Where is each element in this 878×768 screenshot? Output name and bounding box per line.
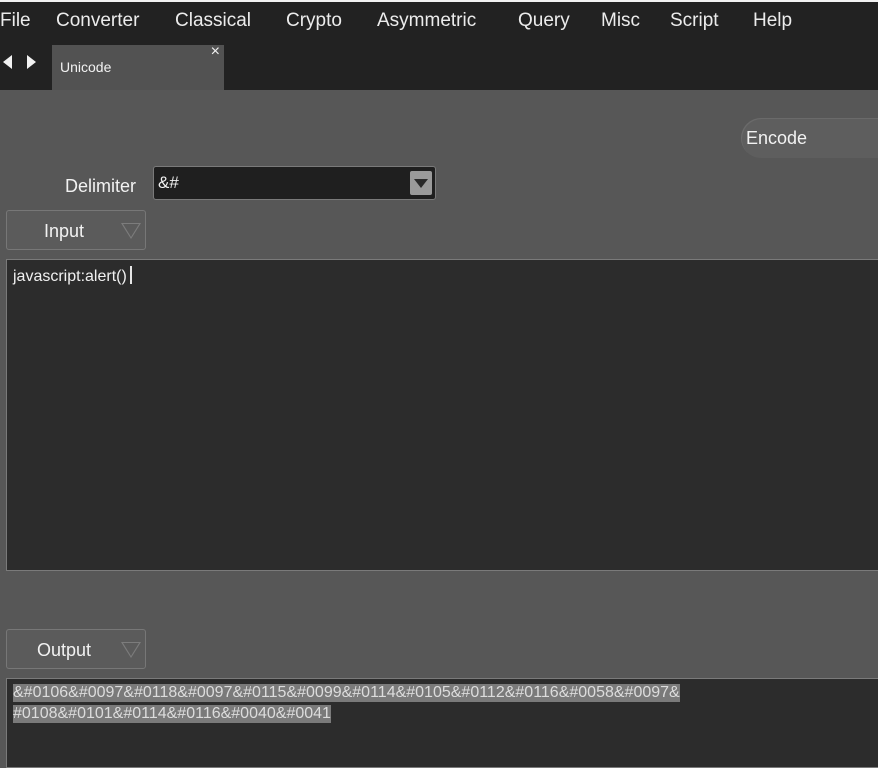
encode-button-label: Encode <box>746 128 808 148</box>
text-cursor <box>129 266 132 284</box>
delimiter-select[interactable]: &# <box>153 166 436 200</box>
input-textarea[interactable]: javascript:alert() <box>6 259 878 571</box>
input-mode-label: Input <box>44 221 85 241</box>
nav-left-arrow-icon[interactable] <box>3 55 12 69</box>
chevron-down-icon <box>414 179 428 188</box>
output-line-1: &#0106&#0097&#0118&#0097&#0115&#0099&#01… <box>13 684 680 702</box>
output-mode-label: Output <box>37 640 92 660</box>
menu-crypto[interactable]: Crypto <box>286 10 342 32</box>
tab-unicode[interactable]: Unicode × <box>52 43 224 90</box>
output-mode-select[interactable]: Output <box>6 629 146 669</box>
menu-converter[interactable]: Converter <box>56 10 139 32</box>
output-line-2: #0108&#0101&#0114&#0116&#0040&#0041 <box>13 705 331 723</box>
unicode-panel: Encode Delimiter &# Input javascript:ale… <box>0 90 878 768</box>
triangle-down-icon <box>121 223 141 239</box>
dropdown-button[interactable] <box>410 171 432 195</box>
menu-misc[interactable]: Misc <box>601 10 640 32</box>
tab-label: Unicode <box>60 59 112 75</box>
menu-query[interactable]: Query <box>518 10 570 32</box>
output-textarea[interactable]: &#0106&#0097&#0118&#0097&#0115&#0099&#01… <box>6 678 878 768</box>
menu-file[interactable]: File <box>0 10 31 32</box>
menu-help[interactable]: Help <box>753 10 792 32</box>
delimiter-value: &# <box>158 173 179 192</box>
menu-bar: File Converter Classical Crypto Asymmetr… <box>0 0 878 44</box>
close-icon[interactable]: × <box>211 43 220 61</box>
delimiter-label: Delimiter <box>65 176 137 196</box>
encode-button[interactable]: Encode <box>741 118 878 158</box>
menu-classical[interactable]: Classical <box>175 10 251 32</box>
menu-script[interactable]: Script <box>670 10 719 32</box>
tab-strip: Unicode × <box>0 43 878 90</box>
triangle-down-icon <box>121 642 141 658</box>
nav-right-arrow-icon[interactable] <box>27 55 36 69</box>
menu-asymmetric[interactable]: Asymmetric <box>377 10 476 32</box>
input-text: javascript:alert() <box>13 266 132 286</box>
input-mode-select[interactable]: Input <box>6 210 146 250</box>
